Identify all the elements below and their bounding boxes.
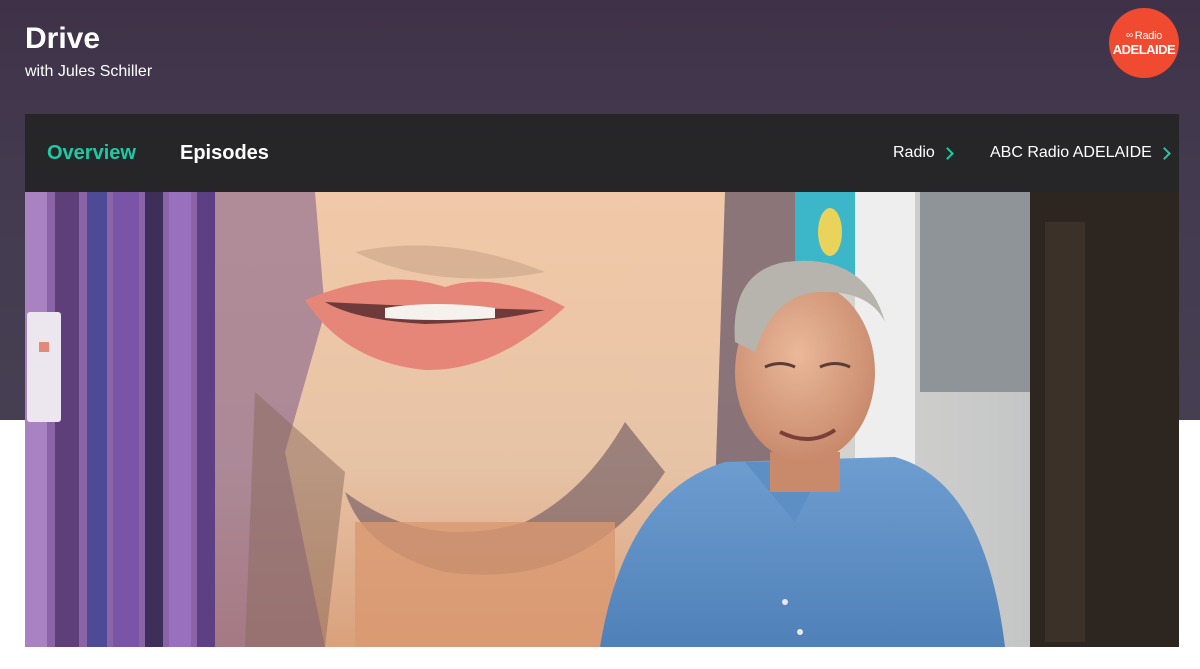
chevron-right-icon xyxy=(1157,147,1171,160)
tab-overview[interactable]: Overview xyxy=(47,114,136,192)
abc-logo-icon: ∞ xyxy=(1125,30,1133,41)
tab-episodes[interactable]: Episodes xyxy=(180,114,269,192)
logo-line1: Radio xyxy=(1134,29,1163,42)
logo-top-line: ∞ Radio xyxy=(1125,29,1163,42)
breadcrumb-radio[interactable]: Radio xyxy=(893,114,954,192)
page-title: Drive xyxy=(25,22,101,55)
breadcrumb-station[interactable]: ABC Radio ADELAIDE xyxy=(990,114,1171,192)
breadcrumb-station-label: ABC Radio ADELAIDE xyxy=(990,144,1152,161)
station-logo[interactable]: ∞ Radio ADELAIDE xyxy=(1109,8,1179,78)
hero-image xyxy=(25,192,1179,647)
hero-illustration xyxy=(25,192,1179,647)
program-nav: Overview Episodes Radio ABC Radio ADELAI… xyxy=(25,114,1179,192)
chevron-right-icon xyxy=(940,147,954,160)
page-subtitle: with Jules Schiller xyxy=(25,63,153,80)
logo-line2: ADELAIDE xyxy=(1112,41,1176,57)
breadcrumb-radio-label: Radio xyxy=(893,144,935,161)
